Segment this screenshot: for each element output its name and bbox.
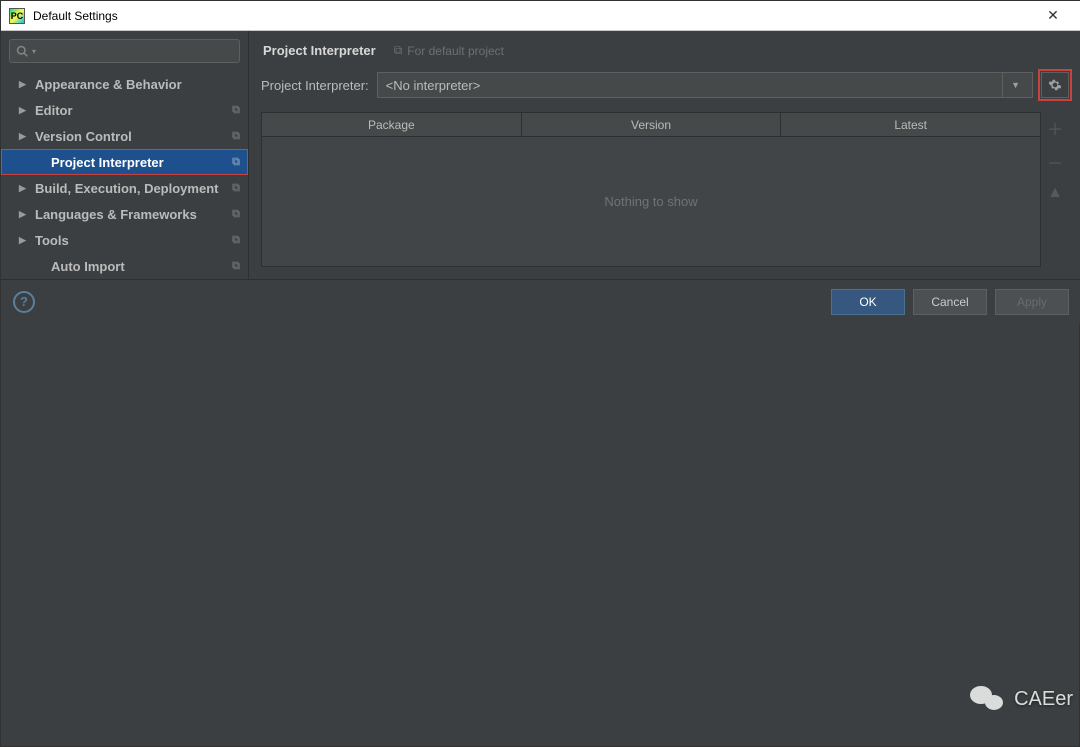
chevron-down-icon: ▼ — [1002, 73, 1024, 97]
per-project-icon: ⧉ — [232, 260, 240, 273]
sidebar-item-auto-import[interactable]: ▶ Auto Import ⧉ — [1, 253, 248, 279]
dialog-footer: ? OK Cancel Apply — [1, 279, 1080, 323]
sidebar-item-tools[interactable]: ▶ Tools ⧉ — [1, 227, 248, 253]
expand-arrow-icon: ▶ — [19, 209, 29, 220]
sidebar-item-version-control[interactable]: ▶ Version Control ⧉ — [1, 123, 248, 149]
package-table: Package Version Latest Nothing to show — [261, 112, 1041, 267]
interpreter-settings-button[interactable] — [1041, 72, 1069, 98]
expand-arrow-icon: ▶ — [19, 79, 29, 90]
sidebar: ▾ ▶ Appearance & Behavior ▶ Editor ⧉ ▶ V… — [1, 31, 249, 279]
column-header-version[interactable]: Version — [522, 113, 782, 136]
settings-tree: ▶ Appearance & Behavior ▶ Editor ⧉ ▶ Ver… — [1, 71, 248, 279]
close-button[interactable]: ✕ — [1033, 2, 1073, 30]
search-input[interactable]: ▾ — [9, 39, 240, 63]
expand-arrow-icon: ▶ — [19, 131, 29, 142]
cancel-button[interactable]: Cancel — [913, 289, 987, 315]
sidebar-item-build-execution-deployment[interactable]: ▶ Build, Execution, Deployment ⧉ — [1, 175, 248, 201]
dropdown-caret-icon: ▾ — [32, 47, 36, 56]
titlebar: PC Default Settings ✕ — [1, 1, 1080, 31]
per-project-icon: ⧉ — [232, 104, 240, 117]
gear-icon — [1048, 78, 1062, 92]
expand-arrow-icon: ▶ — [19, 105, 29, 116]
per-project-icon: ⧉ — [232, 208, 240, 221]
per-project-icon: ⧉ — [232, 130, 240, 143]
watermark: CAEer — [970, 684, 1073, 714]
help-button[interactable]: ? — [13, 291, 35, 313]
sidebar-item-languages-frameworks[interactable]: ▶ Languages & Frameworks ⧉ — [1, 201, 248, 227]
per-project-icon: ⧉ — [232, 234, 240, 247]
ok-button[interactable]: OK — [831, 289, 905, 315]
app-icon: PC — [9, 8, 25, 24]
per-project-icon: ⧉ — [232, 182, 240, 195]
sidebar-item-editor[interactable]: ▶ Editor ⧉ — [1, 97, 248, 123]
interpreter-value: <No interpreter> — [386, 78, 481, 93]
breadcrumb: Project Interpreter ⧉ For default projec… — [261, 43, 1069, 58]
window-title: Default Settings — [33, 9, 1033, 23]
add-package-button[interactable]: ＋ — [1047, 116, 1063, 140]
table-empty-message: Nothing to show — [262, 137, 1040, 266]
per-project-icon: ⧉ — [394, 43, 403, 58]
column-header-latest[interactable]: Latest — [781, 113, 1040, 136]
scope-hint: ⧉ For default project — [394, 43, 504, 58]
column-header-package[interactable]: Package — [262, 113, 522, 136]
expand-arrow-icon: ▶ — [19, 235, 29, 246]
wechat-icon — [970, 684, 1008, 714]
package-toolbar: ＋ － ▲ — [1041, 112, 1069, 267]
apply-button[interactable]: Apply — [995, 289, 1069, 315]
interpreter-label: Project Interpreter: — [261, 78, 369, 93]
sidebar-item-project-interpreter[interactable]: ▶ Project Interpreter ⧉ — [1, 149, 248, 175]
page-title: Project Interpreter — [263, 43, 376, 58]
remove-package-button[interactable]: － — [1047, 150, 1063, 174]
upgrade-package-button[interactable]: ▲ — [1047, 184, 1063, 202]
content-panel: Project Interpreter ⧉ For default projec… — [249, 31, 1080, 279]
interpreter-dropdown[interactable]: <No interpreter> ▼ — [377, 72, 1033, 98]
per-project-icon: ⧉ — [232, 156, 240, 169]
expand-arrow-icon: ▶ — [19, 183, 29, 194]
sidebar-item-appearance-behavior[interactable]: ▶ Appearance & Behavior — [1, 71, 248, 97]
search-icon — [16, 45, 28, 57]
